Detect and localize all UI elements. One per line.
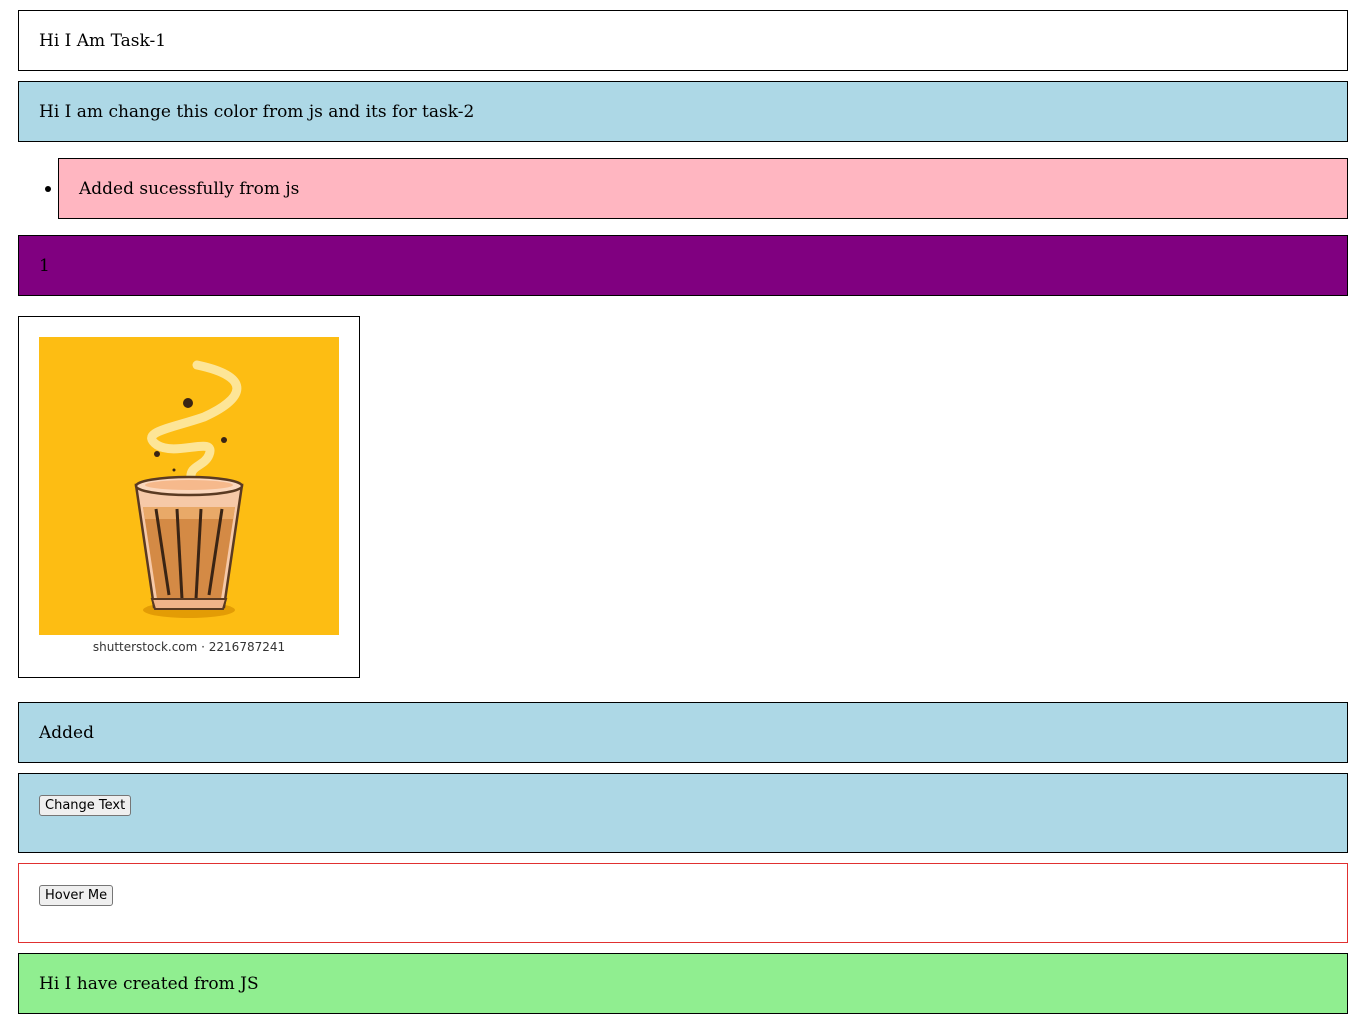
hover-box: Hover Me	[18, 863, 1348, 943]
change-text-button[interactable]: Change Text	[39, 795, 132, 816]
task1-box: Hi I Am Task-1	[18, 10, 1348, 71]
change-text-box: Change Text	[18, 773, 1348, 853]
added-list: Added sucessfully from js	[18, 158, 1348, 219]
task1-text: Hi I Am Task-1	[39, 30, 167, 51]
hover-me-button[interactable]: Hover Me	[39, 885, 114, 906]
chai-glass-icon	[39, 337, 339, 635]
added-box: Added	[18, 702, 1348, 763]
task2-box: Hi I am change this color from js and it…	[18, 81, 1348, 142]
added-text: Added	[39, 722, 94, 743]
created-box: Hi I have created from JS	[18, 953, 1348, 1014]
counter-value: 1	[39, 255, 50, 276]
image-caption: shutterstock.com · 2216787241	[92, 640, 286, 654]
list-item-label: Added sucessfully from js	[79, 178, 300, 199]
created-text: Hi I have created from JS	[39, 973, 259, 994]
list-item: Added sucessfully from js	[45, 158, 1348, 219]
task2-text: Hi I am change this color from js and it…	[39, 101, 475, 122]
chai-image: shutterstock.com · 2216787241	[39, 337, 339, 657]
image-box: shutterstock.com · 2216787241	[18, 316, 360, 678]
counter-box: 1	[18, 235, 1348, 296]
